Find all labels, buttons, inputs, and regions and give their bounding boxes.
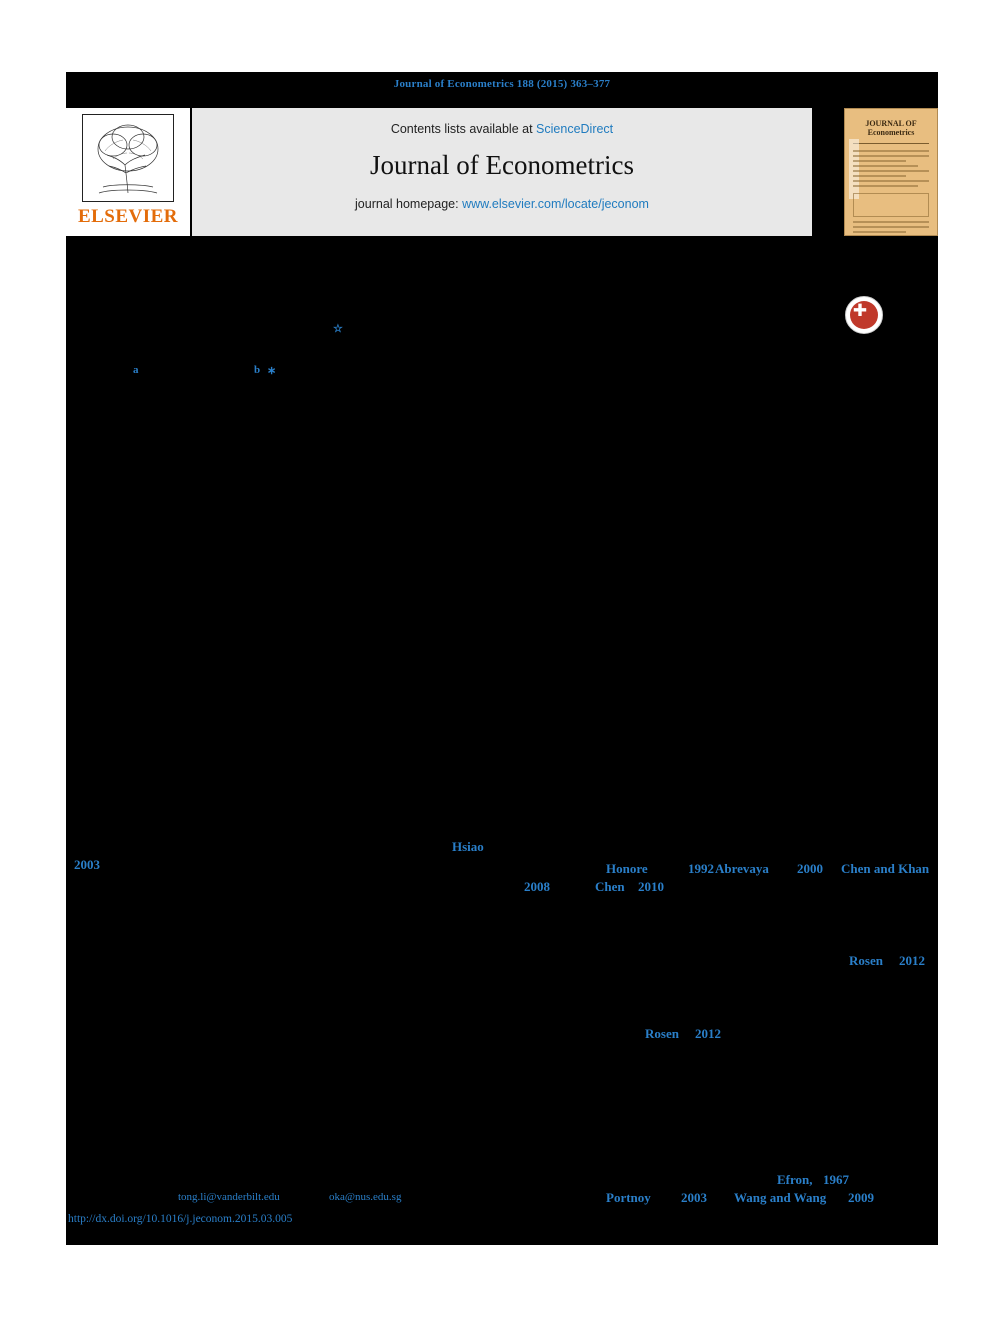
citation-link-chen[interactable]: Chen: [595, 879, 625, 895]
citation-link-hsiao-year[interactable]: 2003: [74, 857, 100, 873]
running-head-bar: Journal of Econometrics 188 (2015) 363–3…: [66, 72, 938, 100]
citation-link-efron[interactable]: Efron,: [777, 1172, 813, 1188]
citation-link-portnoy[interactable]: Portnoy: [606, 1190, 651, 1206]
citation-link-honore[interactable]: Honore: [606, 861, 648, 877]
running-head-text: Journal of Econometrics 188 (2015) 363–3…: [393, 78, 611, 90]
citation-link-rosen-1-year[interactable]: 2012: [899, 953, 925, 969]
contents-panel: Contents lists available at ScienceDirec…: [192, 108, 812, 236]
cover-title-text: JOURNAL OF Econometrics: [865, 119, 917, 137]
cover-divider: [853, 143, 929, 144]
homepage-prefix-text: journal homepage:: [355, 197, 459, 211]
email-link-second-author[interactable]: oka@nus.edu.sg: [329, 1191, 401, 1203]
paper-page: Journal of Econometrics 188 (2015) 363–3…: [0, 0, 992, 1323]
citation-link-rosen-2-year[interactable]: 2012: [695, 1026, 721, 1042]
cover-text-lines-lower: [853, 221, 929, 235]
journal-homepage-line: journal homepage: www.elsevier.com/locat…: [192, 197, 812, 211]
citation-link-rosen-1[interactable]: Rosen: [849, 953, 883, 969]
citation-link-wang-wang-year[interactable]: 2009: [848, 1190, 874, 1206]
elsevier-wordmark: ELSEVIER: [77, 206, 179, 227]
contents-prefix-text: Contents lists available at: [390, 122, 533, 136]
citation-link-hsiao[interactable]: Hsiao: [452, 839, 484, 855]
affiliation-marker-a[interactable]: a: [133, 364, 139, 376]
journal-homepage-link[interactable]: www.elsevier.com/locate/jeconom: [462, 197, 649, 211]
contents-available-line: Contents lists available at ScienceDirec…: [192, 122, 812, 136]
citation-link-honore-year[interactable]: 1992: [688, 861, 714, 877]
title-footnote-marker[interactable]: ☆: [333, 322, 343, 335]
citation-link-portnoy-year[interactable]: 2003: [681, 1190, 707, 1206]
citation-link-wang-wang[interactable]: Wang and Wang: [734, 1190, 826, 1206]
doi-link[interactable]: http://dx.doi.org/10.1016/j.jeconom.2015…: [68, 1213, 292, 1225]
cover-abstract-block: [853, 193, 929, 217]
sciencedirect-link[interactable]: ScienceDirect: [536, 122, 613, 136]
journal-cover-thumbnail: JOURNAL OF Econometrics: [844, 108, 938, 236]
journal-title: Journal of Econometrics: [370, 150, 634, 180]
citation-link-abrevaya[interactable]: Abrevaya: [715, 861, 769, 877]
article-body-block: [66, 100, 938, 1245]
citation-link-rosen-2[interactable]: Rosen: [645, 1026, 679, 1042]
crossmark-badge[interactable]: ✚: [845, 296, 883, 334]
elsevier-tree-icon: [82, 114, 174, 202]
citation-link-abrevaya-year[interactable]: 2000: [797, 861, 823, 877]
citation-link-chen-year[interactable]: 2010: [638, 879, 664, 895]
citation-link-chen-khan[interactable]: Chen and Khan: [841, 861, 929, 877]
journal-masthead: ELSEVIER Contents lists available at Sci…: [66, 100, 938, 240]
affiliation-marker-b[interactable]: b: [254, 364, 260, 376]
citation-link-chen-khan-year[interactable]: 2008: [524, 879, 550, 895]
email-link-first-author[interactable]: tong.li@vanderbilt.edu: [178, 1191, 280, 1203]
corresponding-author-marker[interactable]: ∗: [267, 364, 276, 377]
elsevier-logo: ELSEVIER: [66, 108, 190, 236]
citation-link-efron-year[interactable]: 1967: [823, 1172, 849, 1188]
cover-spine-bar: [849, 139, 859, 199]
crossmark-glyph: ✚: [852, 301, 868, 320]
cover-text-lines: [853, 150, 929, 187]
